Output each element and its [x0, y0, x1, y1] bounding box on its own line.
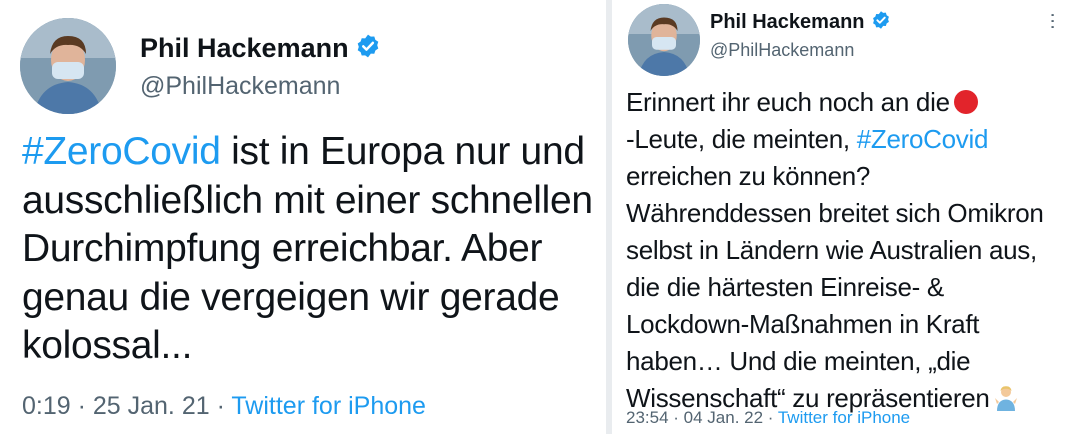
verified-badge-icon [355, 33, 381, 64]
tweet-text-line: Lockdown-Maßnahmen in Kraft [626, 309, 980, 339]
tweet-meta: 23:54 · 04 Jan. 22 · Twitter for iPhone [626, 408, 910, 428]
more-dots-icon[interactable]: ⋯ [1042, 12, 1064, 31]
tweet-timestamp[interactable]: 23:54 · 04 Jan. 22 · [626, 408, 778, 427]
tweet-text-segment: ist in Europa nur und [220, 130, 585, 173]
author-name[interactable]: Phil Hackemann [140, 33, 349, 64]
hashtag-link[interactable]: #ZeroCovid [22, 130, 221, 173]
tweet-text-line: die die härtesten Einreise- & [626, 272, 944, 302]
tweet-text-line: Durchimpfung erreichbar. Aber [22, 227, 543, 270]
profile-photo [20, 18, 116, 114]
tweet-text-segment: -Leute, die meinten, [626, 124, 857, 154]
avatar[interactable] [20, 18, 116, 114]
tweet-text-line: ausschließlich mit einer schnellen [22, 178, 593, 222]
tweet-text-line: erreichen zu können? [626, 161, 871, 191]
tweet-timestamp[interactable]: 0:19 · 25 Jan. 21 · [22, 392, 231, 420]
author-handle[interactable]: @PhilHackemann [140, 72, 340, 101]
tweet-text-line: genau die vergeigen wir gerade [22, 275, 560, 319]
tweet-source-link[interactable]: Twitter for iPhone [231, 392, 426, 420]
tweet-meta: 0:19 · 25 Jan. 21 · Twitter for iPhone [22, 392, 426, 421]
tweet-text-line: kolossal... [22, 324, 193, 367]
tweet-text-line: selbst in Ländern wie Australien aus, [626, 235, 1037, 265]
hashtag-link[interactable]: #ZeroCovid [857, 124, 989, 154]
avatar[interactable] [628, 4, 700, 76]
author-row: Phil Hackemann [710, 10, 891, 35]
author-name[interactable]: Phil Hackemann [710, 11, 865, 34]
left-tweet-card: Phil Hackemann @PhilHackemann #ZeroCovid… [0, 0, 606, 434]
tweet-text-line: Währenddessen breitet sich Omikron [626, 198, 1044, 228]
red-circle-emoji-icon [953, 90, 978, 114]
tweet-source-link[interactable]: Twitter for iPhone [778, 408, 910, 427]
tweet-text: Erinnert ihr euch noch an die -Leute, di… [626, 84, 1044, 417]
verified-badge-icon [871, 10, 891, 35]
tweet-text: #ZeroCovid ist in Europa nur und ausschl… [22, 128, 593, 371]
right-tweet-card: Phil Hackemann @PhilHackemann ⋯ Erinnert… [612, 0, 1074, 434]
profile-photo [628, 4, 700, 76]
author-handle[interactable]: @PhilHackemann [710, 40, 854, 61]
tweet-text-line: haben… Und die meinten, „die [626, 346, 971, 376]
author-row: Phil Hackemann [140, 33, 381, 64]
person-shrugging-emoji-icon [994, 384, 1018, 412]
tweet-text-segment: Erinnert ihr euch noch an die [626, 87, 950, 117]
